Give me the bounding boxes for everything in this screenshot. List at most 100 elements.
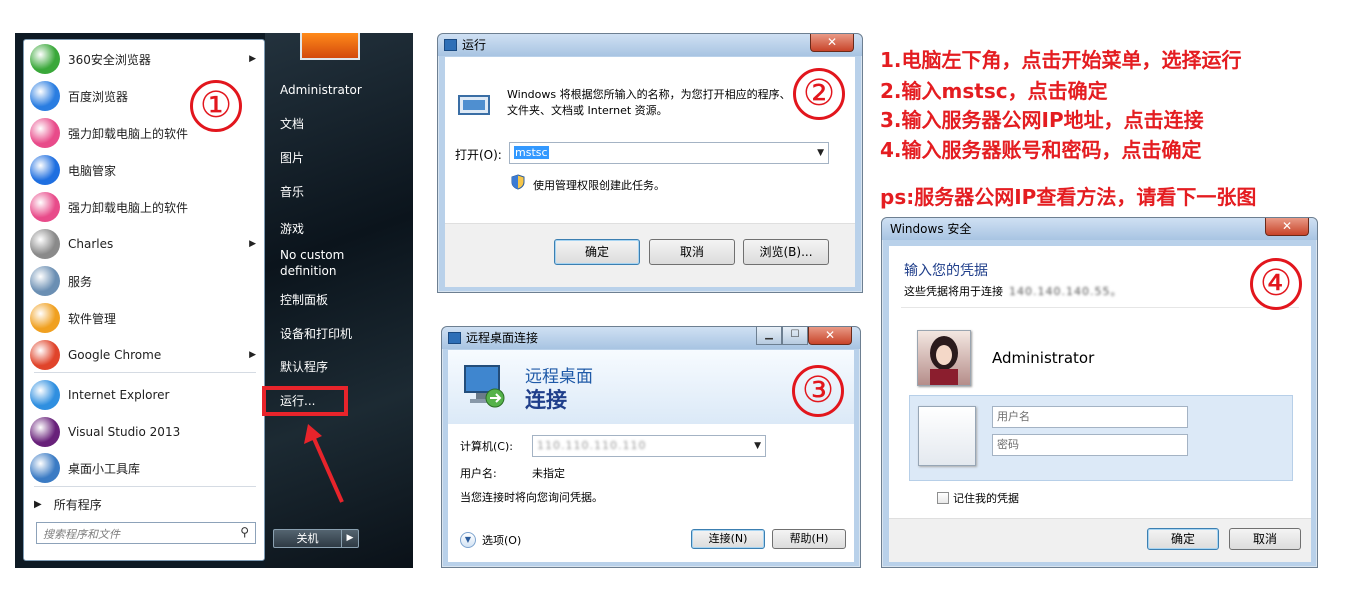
program-label: 桌面小工具库 xyxy=(68,461,141,476)
minimize-icon[interactable]: ▁ xyxy=(756,327,782,345)
start-search-input[interactable]: 搜索程序和文件 ⚲ xyxy=(36,522,256,544)
computer-label: 计算机(C): xyxy=(460,440,513,453)
program-label: 电脑管家 xyxy=(68,163,117,178)
account-name[interactable]: Administrator xyxy=(992,349,1094,367)
rdp-footer: ▼ 选项(O) 连接(N) 帮助(H) xyxy=(448,524,854,562)
programs-separator xyxy=(34,372,256,373)
start-right-control-panel[interactable]: 控制面板 xyxy=(280,292,328,308)
ok-button[interactable]: 确定 xyxy=(1147,528,1219,550)
visual-studio-icon xyxy=(30,417,60,447)
submenu-arrow-icon[interactable]: ▶ xyxy=(249,54,256,64)
rdp-window-icon xyxy=(448,332,461,344)
submenu-arrow-icon[interactable]: ▶ xyxy=(249,239,256,249)
username-input[interactable]: 用户名 xyxy=(992,406,1188,428)
chevron-down-icon: ▼ xyxy=(460,532,476,548)
remote-desktop-monitor-icon xyxy=(464,365,505,408)
search-placeholder: 搜索程序和文件 xyxy=(43,528,120,541)
shutdown-button[interactable]: 关机 ▶ xyxy=(273,529,359,548)
desktop-gadgets-icon xyxy=(30,453,60,483)
connect-button[interactable]: 连接(N) xyxy=(691,529,765,549)
run-window-icon xyxy=(444,39,457,51)
username-value: 未指定 xyxy=(532,467,565,480)
close-icon[interactable]: ✕ xyxy=(808,327,852,345)
rdp-dialog-title: 远程桌面连接 xyxy=(466,331,539,345)
program-item[interactable]: 软件管理 xyxy=(30,301,260,335)
run-dialog-footer: 确定 取消 浏览(B)... xyxy=(445,223,855,287)
uninstall-icon xyxy=(30,192,60,222)
start-right-games[interactable]: 游戏 xyxy=(280,221,304,237)
program-item[interactable]: 服务 xyxy=(30,264,260,298)
run-dialog-body: Windows 将根据您所输入的名称，为您打开相应的程序、 文件夹、文档或 In… xyxy=(445,57,855,223)
computer-input[interactable]: 110.110.110.110 ▼ xyxy=(532,435,766,457)
heading-divider xyxy=(901,307,1299,308)
close-icon[interactable]: ✕ xyxy=(1265,218,1309,236)
program-label: Google Chrome xyxy=(68,348,162,362)
credentials-subtext-label: 这些凭据将用于连接 xyxy=(904,285,1003,298)
administrator-avatar[interactable] xyxy=(917,330,971,386)
uac-shield-icon xyxy=(511,174,525,190)
program-label: 强力卸载电脑上的软件 xyxy=(68,200,189,215)
start-right-administrator[interactable]: Administrator xyxy=(280,82,362,98)
help-button[interactable]: 帮助(H) xyxy=(772,529,846,549)
windows-security-dialog: Windows 安全 ✕ 输入您的凭据 这些凭据将用于连接 140.140.14… xyxy=(881,217,1318,568)
instruction-step-2: 2.输入mstsc，点击确定 xyxy=(880,79,1108,103)
program-item[interactable]: 360安全浏览器 ▶ xyxy=(30,42,260,76)
maximize-icon[interactable]: ☐ xyxy=(782,327,808,345)
all-programs-item[interactable]: ▶ 所有程序 xyxy=(30,492,260,516)
pc-manager-icon xyxy=(30,155,60,185)
program-label: 服务 xyxy=(68,274,93,289)
step-badge-3: ③ xyxy=(792,365,844,417)
credentials-subtext: 这些凭据将用于连接 140.140.140.55。 xyxy=(904,283,1122,299)
security-dialog-title: Windows 安全 xyxy=(890,222,972,236)
chevron-down-icon[interactable]: ▼ xyxy=(817,143,824,163)
options-toggle[interactable]: ▼ 选项(O) xyxy=(460,532,521,548)
run-dialog: 运行 ✕ Windows 将根据您所输入的名称，为您打开相应的程序、 文件夹、文… xyxy=(437,33,863,293)
password-input[interactable]: 密码 xyxy=(992,434,1188,456)
program-label: Internet Explorer xyxy=(68,388,170,402)
ok-button[interactable]: 确定 xyxy=(554,239,640,265)
chevron-down-icon[interactable]: ▼ xyxy=(754,436,761,456)
remember-checkbox[interactable] xyxy=(937,492,949,504)
rdp-form: 计算机(C): 110.110.110.110 ▼ 用户名: 未指定 当您连接时… xyxy=(448,424,854,524)
program-item[interactable]: Google Chrome ▶ xyxy=(30,338,260,372)
run-highlight-box xyxy=(262,386,348,416)
start-right-default-programs[interactable]: 默认程序 xyxy=(280,359,328,375)
start-right-pictures[interactable]: 图片 xyxy=(280,150,304,166)
instruction-step-3: 3.输入服务器公网IP地址，点击连接 xyxy=(880,108,1204,132)
submenu-arrow-icon[interactable]: ▶ xyxy=(249,350,256,360)
run-dialog-title: 运行 xyxy=(462,38,487,52)
instruction-step-4: 4.输入服务器账号和密码，点击确定 xyxy=(880,138,1202,162)
program-item[interactable]: 强力卸载电脑上的软件 xyxy=(30,190,260,224)
security-dialog-body: 输入您的凭据 这些凭据将用于连接 140.140.140.55。 Adminis… xyxy=(889,246,1311,518)
cancel-button[interactable]: 取消 xyxy=(1229,528,1301,550)
shutdown-label: 关机 xyxy=(274,530,342,547)
program-item[interactable]: 电脑管家 xyxy=(30,153,260,187)
software-manager-icon xyxy=(30,303,60,333)
options-label: 选项(O) xyxy=(482,534,522,547)
program-item[interactable]: Charles ▶ xyxy=(30,227,260,261)
anime-user-picture-icon xyxy=(930,336,958,385)
rdp-dialog: 远程桌面连接 ▁ ☐ ✕ 远程桌面 连接 计算机(C): 110.110.110… xyxy=(441,326,861,568)
search-icon[interactable]: ⚲ xyxy=(240,525,249,539)
open-input[interactable]: mstsc ▼ xyxy=(509,142,829,164)
shutdown-options-arrow-icon[interactable]: ▶ xyxy=(342,530,358,547)
start-right-documents[interactable]: 文档 xyxy=(280,116,304,132)
services-gear-icon xyxy=(30,266,60,296)
start-right-devices-printers[interactable]: 设备和打印机 xyxy=(280,326,352,342)
start-right-music[interactable]: 音乐 xyxy=(280,184,304,200)
remember-credentials[interactable]: 记住我的凭据 xyxy=(937,490,1019,506)
red-pointer-arrow-icon xyxy=(304,424,344,503)
cancel-button[interactable]: 取消 xyxy=(649,239,735,265)
program-item[interactable]: Internet Explorer xyxy=(30,378,260,412)
program-item[interactable]: 桌面小工具库 xyxy=(30,451,260,485)
browse-button[interactable]: 浏览(B)... xyxy=(743,239,829,265)
all-programs-separator xyxy=(34,486,256,487)
admin-note: 使用管理权限创建此任务。 xyxy=(533,179,665,192)
close-icon[interactable]: ✕ xyxy=(810,34,854,52)
start-right-no-custom-definition[interactable]: No custom definition xyxy=(280,247,370,279)
username-placeholder: 用户名 xyxy=(997,410,1030,423)
program-label: 软件管理 xyxy=(68,311,117,326)
program-item[interactable]: Visual Studio 2013 xyxy=(30,415,260,449)
charles-icon xyxy=(30,229,60,259)
new-credential-tile[interactable]: 用户名 密码 xyxy=(909,395,1293,481)
